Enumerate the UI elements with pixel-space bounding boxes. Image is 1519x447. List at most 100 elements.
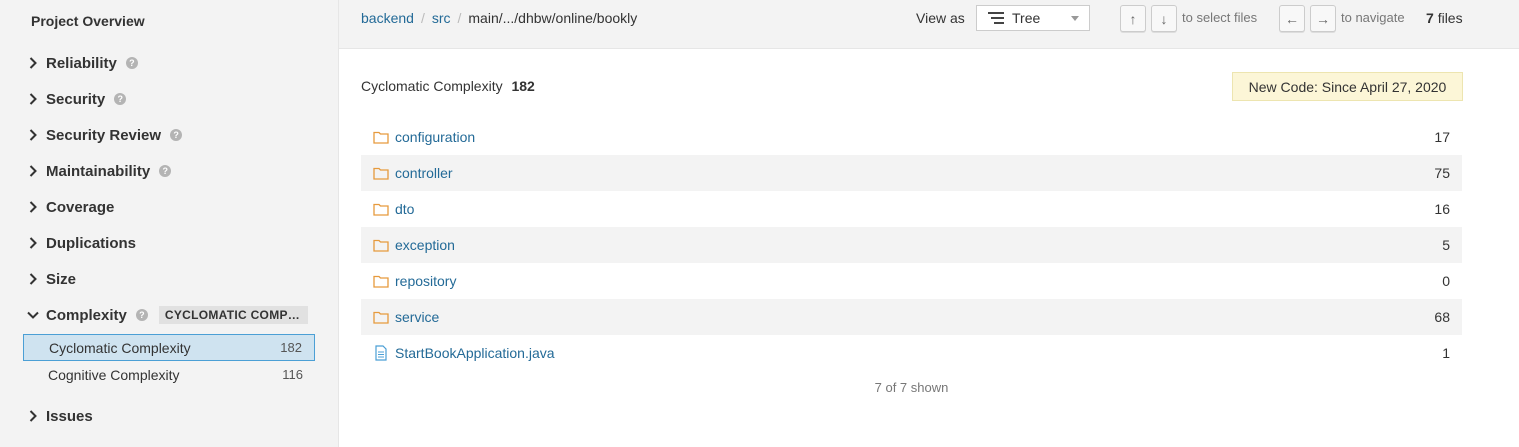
- component-name[interactable]: exception: [373, 237, 455, 253]
- breadcrumb-link-backend[interactable]: backend: [361, 10, 414, 26]
- table-row[interactable]: service 68: [361, 299, 1462, 335]
- domain-label: Security: [46, 90, 106, 108]
- arrow-up-key[interactable]: ↑: [1120, 5, 1146, 32]
- component-value: 1: [1442, 345, 1450, 361]
- chevron-down-icon: [26, 311, 40, 319]
- breadcrumb-link-src[interactable]: src: [432, 10, 451, 26]
- chevron-right-icon: [26, 129, 40, 141]
- files-count-number: 7: [1426, 10, 1434, 26]
- metric-value: 116: [282, 367, 303, 382]
- metric-cognitive-complexity[interactable]: Cognitive Complexity 116: [23, 361, 315, 388]
- metric-cyclomatic-complexity[interactable]: Cyclomatic Complexity 182: [23, 334, 315, 361]
- domain-label: Security Review: [46, 126, 162, 144]
- arrow-right-key[interactable]: →: [1310, 5, 1336, 32]
- folder-icon: [373, 167, 389, 180]
- chevron-right-icon: [26, 201, 40, 213]
- chevron-right-icon: [26, 57, 40, 69]
- component-value: 68: [1434, 309, 1450, 325]
- component-value: 16: [1434, 201, 1450, 217]
- domain-coverage[interactable]: Coverage: [26, 196, 114, 218]
- domain-label: Issues: [46, 407, 93, 425]
- domain-label: Maintainability: [46, 162, 151, 180]
- component-label: controller: [395, 165, 453, 181]
- help-icon[interactable]: ?: [170, 129, 183, 141]
- component-label: service: [395, 309, 440, 325]
- component-value: 5: [1442, 237, 1450, 253]
- domain-issues[interactable]: Issues: [26, 405, 93, 427]
- table-row[interactable]: configuration 17: [361, 119, 1462, 155]
- component-label: repository: [395, 273, 457, 289]
- file-icon: [375, 345, 387, 361]
- files-count-label: files: [1437, 10, 1463, 26]
- component-value: 17: [1434, 129, 1450, 145]
- shown-count: 7 of 7 shown: [874, 380, 949, 395]
- domain-maintainability[interactable]: Maintainability ?: [26, 160, 172, 182]
- component-label: exception: [395, 237, 455, 253]
- view-mode-value: Tree: [1012, 10, 1041, 26]
- chevron-right-icon: [26, 165, 40, 177]
- metric-value: 182: [280, 340, 302, 355]
- component-name[interactable]: controller: [373, 165, 453, 181]
- caret-down-icon: [1071, 16, 1079, 21]
- toolbar: backend / src / main/.../dhbw/online/boo…: [339, 0, 1519, 49]
- table-row[interactable]: controller 75: [361, 155, 1462, 191]
- table-row[interactable]: repository 0: [361, 263, 1462, 299]
- table-row[interactable]: StartBookApplication.java 1: [361, 335, 1462, 371]
- component-value: 75: [1434, 165, 1450, 181]
- domain-label: Coverage: [46, 198, 115, 216]
- table-row[interactable]: exception 5: [361, 227, 1462, 263]
- help-icon[interactable]: ?: [114, 93, 127, 105]
- domain-badge: CYCLOMATIC COMPLEXITY: [158, 306, 308, 324]
- help-icon[interactable]: ?: [159, 165, 172, 177]
- folder-icon: [373, 131, 389, 144]
- view-as-label: View as: [916, 10, 965, 26]
- sidebar-title: Project Overview: [31, 13, 145, 29]
- arrow-left-key[interactable]: ←: [1279, 5, 1305, 32]
- view-mode-select[interactable]: Tree: [976, 5, 1090, 31]
- domain-duplications[interactable]: Duplications: [26, 232, 136, 254]
- component-label: StartBookApplication.java: [395, 345, 555, 361]
- folder-icon: [373, 311, 389, 324]
- files-count: 7 files: [1426, 10, 1463, 26]
- domain-reliability[interactable]: Reliability ?: [26, 52, 138, 74]
- metric-header: Cyclomatic Complexity 182: [361, 78, 535, 94]
- component-value: 0: [1442, 273, 1450, 289]
- chevron-right-icon: [26, 237, 40, 249]
- chevron-right-icon: [26, 273, 40, 285]
- navigate-hint: to navigate: [1341, 10, 1405, 25]
- component-name[interactable]: configuration: [373, 129, 475, 145]
- component-name[interactable]: repository: [373, 273, 456, 289]
- domain-label: Reliability: [46, 54, 117, 72]
- folder-icon: [373, 203, 389, 216]
- domain-complexity[interactable]: Complexity ? CYCLOMATIC COMPLEXITY: [26, 304, 308, 326]
- chevron-right-icon: [26, 410, 40, 422]
- folder-icon: [373, 239, 389, 252]
- component-name[interactable]: dto: [373, 201, 414, 217]
- folder-icon: [373, 275, 389, 288]
- domain-size[interactable]: Size: [26, 268, 76, 290]
- domain-label: Complexity: [46, 306, 127, 324]
- arrow-down-key[interactable]: ↓: [1151, 5, 1177, 32]
- component-list: configuration 17 controller 75 dto 16 ex…: [361, 119, 1462, 371]
- component-label: configuration: [395, 129, 476, 145]
- metric-label: Cyclomatic Complexity: [49, 339, 191, 356]
- domain-security[interactable]: Security ?: [26, 88, 127, 110]
- component-name[interactable]: StartBookApplication.java: [373, 345, 555, 361]
- domain-security-review[interactable]: Security Review ?: [26, 124, 183, 146]
- breadcrumb: backend / src / main/.../dhbw/online/boo…: [361, 10, 637, 26]
- help-icon[interactable]: ?: [125, 57, 138, 69]
- metric-header-value: 182: [511, 78, 535, 94]
- sidebar: Project Overview Reliability ? Security …: [0, 0, 339, 447]
- component-name[interactable]: service: [373, 309, 439, 325]
- chevron-right-icon: [26, 93, 40, 105]
- metric-label: Cognitive Complexity: [48, 366, 180, 383]
- tree-icon: [988, 12, 1004, 24]
- metric-header-label: Cyclomatic Complexity: [361, 78, 503, 94]
- component-label: dto: [395, 201, 415, 217]
- table-row[interactable]: dto 16: [361, 191, 1462, 227]
- breadcrumb-separator: /: [420, 10, 425, 26]
- domain-label: Duplications: [46, 234, 137, 252]
- help-icon[interactable]: ?: [135, 309, 148, 321]
- breadcrumb-separator: /: [457, 10, 462, 26]
- new-code-badge: New Code: Since April 27, 2020: [1232, 72, 1463, 101]
